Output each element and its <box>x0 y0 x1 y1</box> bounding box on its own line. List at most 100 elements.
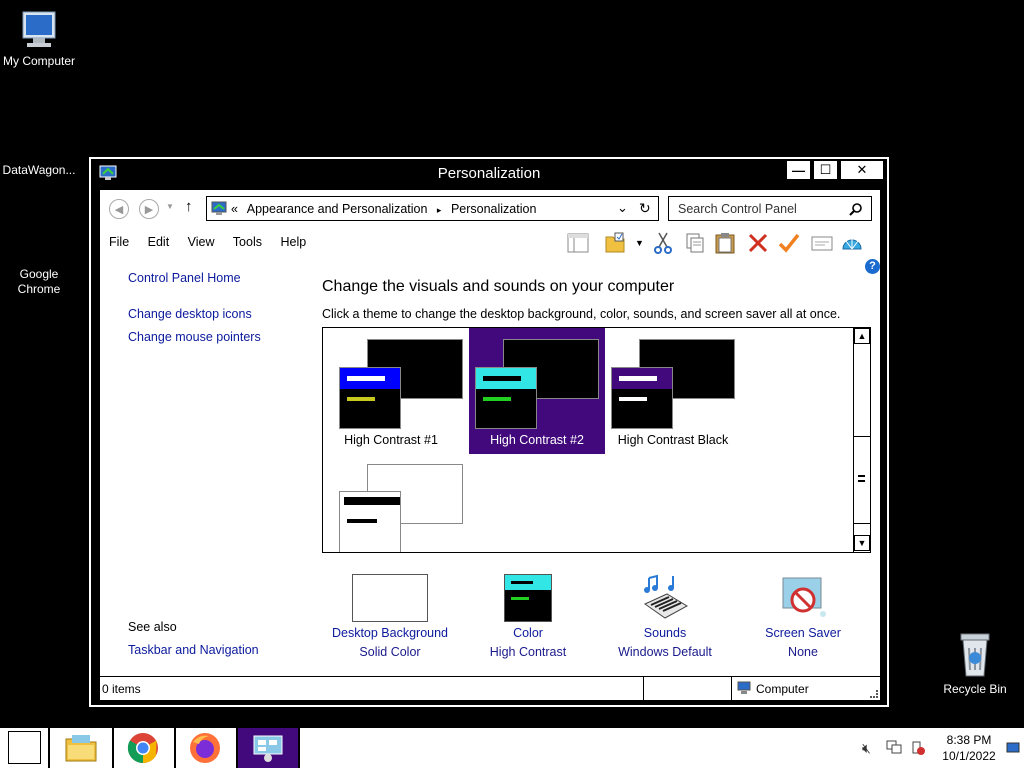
computer-icon <box>22 11 56 47</box>
menu-tools[interactable]: Tools <box>233 235 262 249</box>
checkmark-icon[interactable] <box>777 231 801 255</box>
breadcrumb-separator-icon[interactable]: ▸ <box>437 205 442 215</box>
scroll-grip-icon <box>858 475 865 482</box>
theme-preview-window <box>611 367 673 429</box>
show-desktop-icon[interactable] <box>1006 742 1020 754</box>
shell-icon[interactable] <box>840 231 864 255</box>
change-desktop-icons-link[interactable]: Change desktop icons <box>128 307 252 321</box>
folder-options-icon[interactable] <box>603 231 627 255</box>
status-divider <box>643 677 644 700</box>
window-title: Personalization <box>437 165 541 182</box>
options-dropdown-chevron-icon[interactable]: ▼ <box>635 238 644 248</box>
desktop-icon-recycle-bin[interactable]: Recycle Bin <box>938 630 1012 697</box>
copy-icon[interactable] <box>683 231 707 255</box>
scroll-up-icon[interactable]: ▲ <box>854 328 870 344</box>
properties-icon[interactable] <box>810 231 834 255</box>
theme-preview-line <box>347 397 375 401</box>
theme-high-contrast-black[interactable]: High Contrast Black <box>605 328 741 454</box>
menu-file[interactable]: File <box>109 235 129 249</box>
screen-saver-setting[interactable]: Screen Saver None <box>733 574 873 659</box>
theme-preview-line <box>347 376 385 381</box>
desktop-icon-google-chrome[interactable]: Google Chrome <box>8 267 70 297</box>
taskbar-file-explorer[interactable] <box>51 728 111 768</box>
menu-view[interactable]: View <box>188 235 215 249</box>
scroll-down-icon[interactable]: ▼ <box>854 535 870 551</box>
desktop-icon-label: DataWagon... <box>2 163 76 177</box>
search-icon[interactable] <box>849 202 863 216</box>
address-bar[interactable]: « Appearance and Personalization ▸ Perso… <box>206 196 659 221</box>
desktop-background-setting[interactable]: Desktop Background Solid Color <box>320 574 460 659</box>
forward-button[interactable]: ▶ <box>139 199 159 219</box>
theme-preview-window <box>339 367 401 429</box>
theme-high-contrast-white[interactable] <box>323 454 463 552</box>
setting-title: Sounds <box>643 626 687 640</box>
menu-edit[interactable]: Edit <box>148 235 170 249</box>
setting-value: Windows Default <box>618 645 712 659</box>
taskbar-and-navigation-link[interactable]: Taskbar and Navigation <box>128 643 259 657</box>
resize-grip-icon[interactable] <box>870 690 878 698</box>
theme-preview-line <box>619 397 647 401</box>
taskbar-firefox[interactable] <box>175 728 235 768</box>
action-center-icon[interactable] <box>910 740 926 756</box>
scroll-thumb[interactable] <box>854 436 870 524</box>
theme-preview-line <box>347 519 377 523</box>
close-button[interactable]: ✕ <box>840 160 884 180</box>
theme-high-contrast-2[interactable]: High Contrast #2 <box>469 328 605 454</box>
setting-title: Color <box>513 626 543 640</box>
menu-bar: File Edit View Tools Help <box>109 235 321 249</box>
theme-preview-line <box>619 376 657 381</box>
sounds-icon <box>643 574 689 619</box>
title-bar[interactable]: Personalization — ☐ ✕ <box>91 159 887 187</box>
status-bar: 0 items Computer <box>100 676 880 700</box>
menu-help[interactable]: Help <box>280 235 306 249</box>
delete-icon[interactable] <box>746 231 770 255</box>
setting-title: Screen Saver <box>765 626 841 640</box>
change-mouse-pointers-link[interactable]: Change mouse pointers <box>128 330 261 344</box>
taskbar-divider <box>298 728 300 768</box>
desktop-icon-label: Recycle Bin <box>943 682 1007 696</box>
cut-icon[interactable] <box>651 231 675 255</box>
network-icon[interactable] <box>886 740 902 756</box>
layout-icon[interactable] <box>566 231 590 255</box>
maximize-button[interactable]: ☐ <box>813 160 838 180</box>
setting-title: Desktop Background <box>331 626 449 640</box>
up-arrow-icon[interactable]: ↑ <box>185 198 193 215</box>
control-panel-home-link[interactable]: Control Panel Home <box>128 271 241 285</box>
start-button[interactable] <box>8 731 41 764</box>
theme-name: High Contrast #1 <box>344 433 438 447</box>
theme-list-scrollbar[interactable]: ▲ ▼ <box>853 328 870 552</box>
desktop-icon-my-computer[interactable]: My Computer <box>0 10 78 69</box>
breadcrumb-personalization[interactable]: Personalization <box>451 202 536 216</box>
theme-list: High Contrast #1 High Contrast #2 High C… <box>322 327 871 553</box>
address-dropdown-chevron-icon[interactable]: ⌄ <box>617 200 628 216</box>
theme-preview-window <box>475 367 537 429</box>
page-heading: Change the visuals and sounds on your co… <box>322 278 675 295</box>
search-input[interactable]: Search Control Panel <box>668 196 872 221</box>
page-subheading: Click a theme to change the desktop back… <box>322 307 841 321</box>
color-setting[interactable]: Color High Contrast <box>458 574 598 659</box>
minimize-button[interactable]: — <box>786 160 811 180</box>
theme-name: High Contrast Black <box>617 433 729 447</box>
paste-icon[interactable] <box>713 231 737 255</box>
theme-high-contrast-1[interactable]: High Contrast #1 <box>323 328 463 454</box>
color-icon <box>504 574 552 622</box>
theme-preview-window <box>339 491 401 552</box>
taskbar-chrome[interactable] <box>113 728 173 768</box>
taskbar: 🔇︎ 8:38 PM 10/1/2022 <box>0 728 1024 768</box>
taskbar-clock[interactable]: 8:38 PM 10/1/2022 <box>936 732 1002 764</box>
screen-saver-icon <box>782 577 826 617</box>
help-icon[interactable]: ? <box>865 259 880 274</box>
taskbar-control-panel[interactable] <box>238 728 298 768</box>
desktop-icon-label: My Computer <box>2 54 76 68</box>
sounds-setting[interactable]: Sounds Windows Default <box>595 574 735 659</box>
breadcrumb-appearance[interactable]: Appearance and Personalization <box>247 202 428 216</box>
desktop-icon-datawagon[interactable]: DataWagon... <box>0 163 78 178</box>
file-explorer-icon <box>65 735 97 762</box>
recent-pages-chevron-icon[interactable]: ▼ <box>166 202 174 211</box>
back-button[interactable]: ◀ <box>109 199 129 219</box>
setting-value: Solid Color <box>359 645 421 659</box>
breadcrumb-overflow-icon[interactable]: « <box>231 202 238 216</box>
computer-icon <box>737 681 751 694</box>
volume-muted-icon[interactable]: 🔇︎ <box>862 740 871 757</box>
refresh-icon[interactable]: ↻ <box>639 200 651 217</box>
